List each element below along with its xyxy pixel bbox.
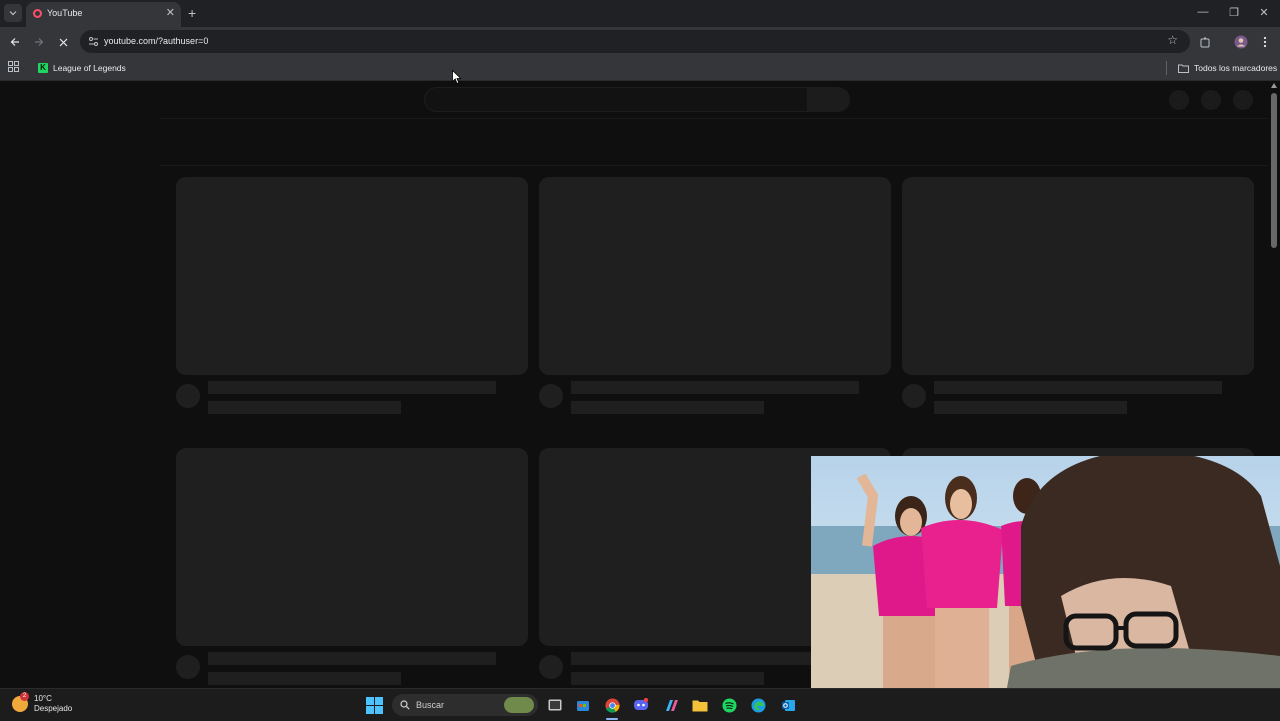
mouse-cursor-icon: [452, 70, 462, 85]
close-icon: [59, 38, 67, 46]
channel-avatar-placeholder: [539, 384, 563, 408]
chevron-down-icon: [9, 11, 17, 16]
video-card-skeleton[interactable]: [176, 448, 528, 685]
title-placeholder: [571, 381, 859, 394]
weather-text: 10°C Despejado: [34, 694, 72, 714]
forward-button[interactable]: [30, 33, 48, 51]
arrow-right-icon: [35, 38, 44, 46]
new-tab-button[interactable]: +: [188, 4, 196, 22]
search-placeholder: Buscar: [416, 700, 445, 710]
address-bar[interactable]: youtube.com/?authuser=0 ☆: [80, 30, 1190, 53]
restore-button[interactable]: ❐: [1224, 6, 1244, 19]
weather-condition: Despejado: [34, 704, 73, 713]
thumbnail-placeholder: [176, 448, 528, 646]
close-window-button[interactable]: ✕: [1254, 6, 1274, 19]
browser-toolbar: youtube.com/?authuser=0 ☆: [0, 27, 1280, 56]
discord-icon[interactable]: [633, 697, 649, 713]
meta-placeholder: [208, 401, 401, 414]
channel-avatar-placeholder: [539, 655, 563, 679]
video-card-skeleton[interactable]: [902, 177, 1254, 414]
scrollbar-thumb[interactable]: [1271, 93, 1277, 248]
folder-icon: [1178, 64, 1189, 73]
kebab-menu-icon: [1263, 36, 1267, 48]
chrome-menu-button[interactable]: [1256, 33, 1274, 51]
bookmarks-divider: [1166, 61, 1167, 75]
thumbnail-placeholder: [539, 177, 891, 375]
thumbnail-placeholder: [902, 177, 1254, 375]
apps-grid-icon[interactable]: [8, 61, 19, 72]
meta-placeholder: [208, 672, 401, 685]
extensions-button[interactable]: [1196, 33, 1214, 51]
search-highlight-image: [504, 697, 534, 713]
spotify-icon[interactable]: [721, 697, 737, 713]
taskbar-search-box[interactable]: Buscar: [392, 694, 538, 716]
back-button[interactable]: [6, 33, 24, 51]
puzzle-icon: [1200, 37, 1209, 47]
channel-avatar-placeholder: [176, 655, 200, 679]
notifications-icon[interactable]: [1201, 90, 1221, 110]
league-of-legends-icon: K: [38, 63, 48, 73]
meta-placeholder: [571, 672, 764, 685]
notification-badge: 2: [20, 692, 29, 701]
bookmark-league-of-legends[interactable]: K League of Legends: [38, 61, 126, 75]
minimize-button[interactable]: —: [1193, 6, 1213, 18]
youtube-favicon-icon: [33, 9, 42, 18]
chrome-icon[interactable]: [604, 697, 620, 713]
url-text: youtube.com/?authuser=0: [104, 36, 209, 46]
search-button[interactable]: [808, 87, 850, 112]
title-placeholder: [934, 381, 1222, 394]
stop-loading-button[interactable]: [54, 33, 72, 51]
tab-youtube[interactable]: YouTube ✕: [26, 2, 181, 27]
edge-icon[interactable]: [750, 697, 766, 713]
create-icon[interactable]: [1169, 90, 1189, 110]
account-avatar[interactable]: [1233, 90, 1253, 110]
copilot-icon[interactable]: [663, 697, 679, 713]
meta-placeholder: [571, 401, 764, 414]
store-icon[interactable]: [575, 697, 591, 713]
title-placeholder: [208, 381, 496, 394]
task-view-icon[interactable]: [547, 697, 563, 713]
windows-start-icon[interactable]: [366, 697, 383, 714]
thumbnail-placeholder: [176, 177, 528, 375]
tab-strip: YouTube ✕ + — ❐ ✕: [0, 0, 1280, 27]
meta-placeholder: [934, 401, 1127, 414]
video-card-skeleton[interactable]: [539, 177, 891, 414]
moon-weather-icon: 2: [12, 692, 29, 712]
filter-chips-row: [160, 118, 1270, 166]
windows-taskbar: 2 10°C Despejado Buscar: [0, 688, 1280, 721]
video-card-skeleton[interactable]: [176, 177, 528, 414]
weather-widget[interactable]: 2 10°C Despejado: [12, 692, 72, 714]
channel-avatar-placeholder: [902, 384, 926, 408]
bookmark-label: League of Legends: [53, 63, 126, 73]
search-input[interactable]: [424, 87, 808, 112]
site-settings-icon[interactable]: [88, 36, 99, 47]
webcam-video-frame: [811, 456, 1280, 720]
tab-title: YouTube: [47, 8, 83, 18]
all-bookmarks-label: Todos los marcadores: [1194, 63, 1278, 73]
webcam-overlay: [811, 456, 1280, 720]
channel-avatar-placeholder: [176, 384, 200, 408]
bookmarks-bar: K League of Legends Todos los marcadores: [0, 56, 1280, 81]
title-placeholder: [208, 652, 496, 665]
scroll-up-arrow-icon[interactable]: [1271, 83, 1277, 88]
profile-avatar[interactable]: [1232, 33, 1250, 51]
weather-temperature: 10°C: [34, 694, 52, 703]
bookmark-star-icon[interactable]: ☆: [1167, 33, 1178, 47]
all-bookmarks-button[interactable]: Todos los marcadores: [1178, 61, 1277, 75]
tab-search-button[interactable]: [4, 4, 22, 22]
arrow-left-icon: [10, 38, 19, 46]
avatar-icon: [1234, 35, 1248, 49]
outlook-icon[interactable]: [780, 697, 796, 713]
tab-close-icon[interactable]: ✕: [166, 6, 175, 19]
search-icon: [400, 700, 410, 710]
file-explorer-icon[interactable]: [692, 697, 708, 713]
